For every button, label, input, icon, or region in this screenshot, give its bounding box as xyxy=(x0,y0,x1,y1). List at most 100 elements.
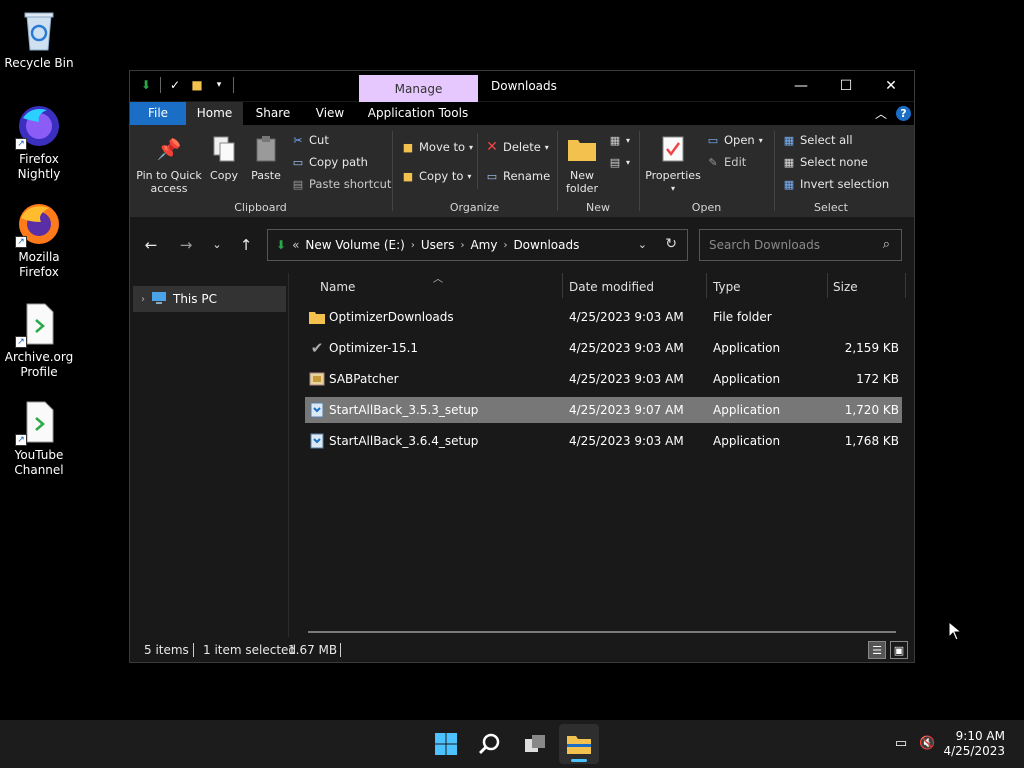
ribbon-group-label: Clipboard xyxy=(234,201,287,214)
customize-chevron-icon[interactable]: ▾ xyxy=(211,77,227,93)
tab-home[interactable]: Home xyxy=(186,102,243,125)
start-button[interactable] xyxy=(426,724,466,764)
system-clock[interactable]: 9:10 AM 4/25/2023 xyxy=(943,729,1005,759)
details-view-button[interactable]: ☰ xyxy=(868,641,886,659)
delete-label: Delete xyxy=(503,140,541,154)
new-folder-icon[interactable]: ■ xyxy=(189,77,205,93)
collapse-ribbon-icon[interactable]: ︿ xyxy=(875,105,887,122)
search-input[interactable]: Search Downloads ⌕ xyxy=(699,229,902,261)
forward-button[interactable]: → xyxy=(175,234,197,256)
paste-button[interactable]: Paste xyxy=(248,133,284,182)
move-to-button[interactable]: ■ Move to ▾ xyxy=(401,140,473,154)
back-button[interactable]: ← xyxy=(140,234,162,256)
file-row-selected[interactable]: StartAllBack_3.5.3_setup 4/25/2023 9:07 … xyxy=(305,397,902,423)
close-button[interactable]: ✕ xyxy=(868,71,914,101)
column-divider[interactable] xyxy=(905,273,906,298)
copy-path-button[interactable]: ▭ Copy path xyxy=(291,155,368,169)
ribbon-group-label: New xyxy=(586,201,610,214)
search-button[interactable] xyxy=(470,724,510,764)
tab-view[interactable]: View xyxy=(303,102,357,125)
paste-shortcut-button[interactable]: ▤ Paste shortcut xyxy=(291,177,392,191)
edit-button[interactable]: ✎ Edit xyxy=(706,155,746,169)
pin-label-line1: Pin to Quick xyxy=(136,169,202,182)
overflow-chevron-icon[interactable]: « xyxy=(292,238,299,252)
tab-share[interactable]: Share xyxy=(245,102,301,125)
desktop-icon-archive-org[interactable]: ↗ Archive.org Profile xyxy=(0,302,78,380)
desktop-icon-label: Nightly xyxy=(17,167,61,181)
recent-locations-button[interactable]: ⌄ xyxy=(206,234,228,256)
firefox-icon: ↗ xyxy=(15,202,61,248)
minimize-button[interactable]: — xyxy=(778,71,824,101)
expand-chevron-icon[interactable]: › xyxy=(141,294,145,305)
desktop-icon-firefox-nightly[interactable]: ↗ Firefox Nightly xyxy=(0,104,78,182)
new-folder-button[interactable]: New folder xyxy=(562,133,602,195)
breadcrumb-users[interactable]: Users xyxy=(421,238,455,252)
breadcrumb-downloads[interactable]: Downloads xyxy=(513,238,579,252)
select-all-button[interactable]: ▦ Select all xyxy=(782,133,853,147)
installer-icon xyxy=(309,402,325,418)
breadcrumb-drive[interactable]: New Volume (E:) xyxy=(305,238,404,252)
rename-button[interactable]: ▭ Rename xyxy=(485,169,550,183)
pin-to-quick-access-button[interactable]: 📌 Pin to Quick access xyxy=(136,133,202,196)
clock-date: 4/25/2023 xyxy=(943,744,1005,758)
file-date: 4/25/2023 9:03 AM xyxy=(569,372,684,386)
volume-muted-icon[interactable]: 🔇 xyxy=(919,736,935,752)
file-row[interactable]: StartAllBack_3.6.4_setup 4/25/2023 9:03 … xyxy=(305,428,902,454)
file-row[interactable]: OptimizerDownloads 4/25/2023 9:03 AM Fil… xyxy=(305,304,902,330)
tab-manage[interactable]: Manage xyxy=(359,75,478,102)
cut-button[interactable]: ✂ Cut xyxy=(291,133,328,147)
column-divider[interactable] xyxy=(562,273,563,298)
new-item-button[interactable]: ▦ ▾ xyxy=(608,133,630,147)
column-divider[interactable] xyxy=(827,273,828,298)
address-history-chevron-icon[interactable]: ⌄ xyxy=(638,238,647,251)
tab-application-tools[interactable]: Application Tools xyxy=(362,102,474,125)
ribbon: 📌 Pin to Quick access Copy Paste ✂ Cut ▭… xyxy=(130,125,914,217)
column-header-name[interactable]: Name xyxy=(320,280,355,294)
breadcrumb-separator-icon[interactable]: › xyxy=(411,240,415,251)
address-bar[interactable]: ⬇ « New Volume (E:) › Users › Amy › Down… xyxy=(267,229,688,261)
shortcut-file-icon: ↗ xyxy=(15,400,61,446)
horizontal-scrollbar[interactable] xyxy=(308,631,896,633)
delete-button[interactable]: ✕ Delete ▾ xyxy=(485,139,549,155)
file-explorer-window: ⬇ ✓ ■ ▾ Manage Downloads — ☐ ✕ File Home… xyxy=(129,70,915,663)
up-button[interactable]: ↑ xyxy=(235,234,257,256)
column-header-type[interactable]: Type xyxy=(713,280,741,294)
breadcrumb-separator-icon[interactable]: › xyxy=(503,240,507,251)
file-explorer-taskbar-button[interactable] xyxy=(559,724,599,764)
breadcrumb-separator-icon[interactable]: › xyxy=(460,240,464,251)
copy-to-button[interactable]: ■ Copy to ▾ xyxy=(401,169,472,183)
file-row[interactable]: SABPatcher 4/25/2023 9:03 AM Application… xyxy=(305,366,902,392)
copy-button[interactable]: Copy xyxy=(206,133,242,182)
computer-icon xyxy=(151,291,167,308)
nav-item-this-pc[interactable]: › This PC xyxy=(133,286,286,312)
column-divider[interactable] xyxy=(706,273,707,298)
rename-label: Rename xyxy=(503,169,551,183)
maximize-button[interactable]: ☐ xyxy=(823,71,869,101)
desktop-icon-firefox[interactable]: ↗ Mozilla Firefox xyxy=(0,202,78,280)
task-view-button[interactable] xyxy=(515,724,555,764)
file-type: Application xyxy=(713,341,781,355)
large-icons-view-button[interactable]: ▣ xyxy=(890,641,908,659)
refresh-icon[interactable]: ↻ xyxy=(665,236,677,252)
properties-button[interactable]: Properties ▾ xyxy=(644,133,702,195)
file-date: 4/25/2023 9:03 AM xyxy=(569,341,684,355)
easy-access-button[interactable]: ▤ ▾ xyxy=(608,155,630,169)
column-header-date[interactable]: Date modified xyxy=(569,280,654,294)
file-date: 4/25/2023 9:03 AM xyxy=(569,434,684,448)
file-type: File folder xyxy=(713,310,772,324)
open-button[interactable]: ▭ Open ▾ xyxy=(706,133,763,147)
network-icon[interactable]: ▭ xyxy=(893,736,909,752)
file-row[interactable]: ✔ Optimizer-15.1 4/25/2023 9:03 AM Appli… xyxy=(305,335,902,361)
desktop-icon-youtube-channel[interactable]: ↗ YouTube Channel xyxy=(0,400,78,478)
desktop-icon-recycle-bin[interactable]: Recycle Bin xyxy=(0,8,78,71)
invert-selection-button[interactable]: ▦ Invert selection xyxy=(782,177,889,191)
file-date: 4/25/2023 9:07 AM xyxy=(569,403,684,417)
title-bar[interactable]: ⬇ ✓ ■ ▾ Manage Downloads — ☐ ✕ xyxy=(130,71,914,102)
select-none-button[interactable]: ▦ Select none xyxy=(782,155,868,169)
tab-file[interactable]: File xyxy=(130,102,186,125)
help-icon[interactable]: ? xyxy=(896,106,911,121)
column-headers: ︿ Name Date modified Type Size xyxy=(289,273,914,298)
properties-icon[interactable]: ✓ xyxy=(167,77,183,93)
breadcrumb-amy[interactable]: Amy xyxy=(470,238,497,252)
column-header-size[interactable]: Size xyxy=(833,280,858,294)
